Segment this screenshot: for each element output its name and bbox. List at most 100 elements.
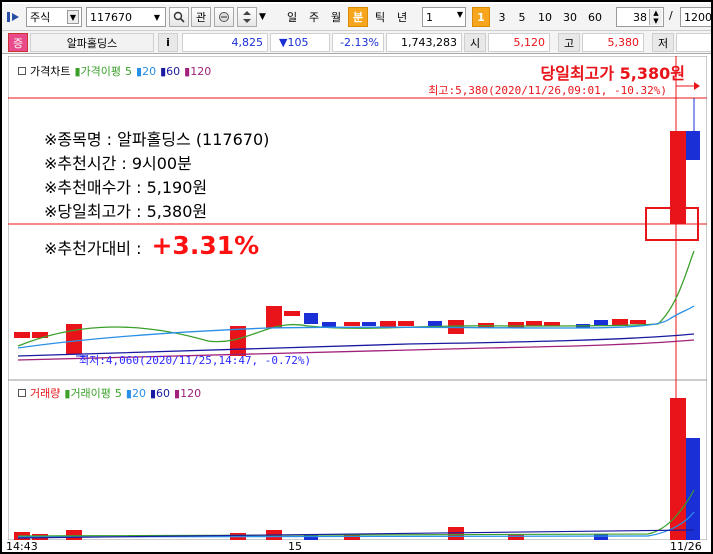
volume-ma-120: ▮120 — [174, 386, 202, 400]
total-count-field[interactable]: 1200 — [680, 7, 712, 27]
search-button[interactable] — [169, 7, 189, 27]
code-dropdown-icon[interactable]: ▼ — [151, 10, 163, 24]
legend-box-icon — [18, 67, 26, 75]
rec-ratio-value: +3.31% — [151, 231, 260, 260]
period-tick[interactable]: 틱 — [370, 7, 390, 27]
period-month-label: 월 — [330, 11, 342, 24]
interval-select[interactable]: 1 ▼ — [422, 7, 466, 27]
low-label: 저 — [652, 33, 674, 52]
high-price: 5,380 — [582, 33, 644, 52]
change-percent-value: -2.13% — [340, 36, 379, 49]
count-separator: / — [669, 9, 673, 22]
rec-ratio-label: ※추천가대비 : — [44, 239, 142, 258]
price-ma-title: ▮가격이평 — [74, 65, 122, 78]
period-minute[interactable]: 분 — [348, 7, 368, 27]
period-year[interactable]: 년 — [392, 7, 412, 27]
updown-button[interactable] — [237, 7, 257, 27]
volume-legend-title: 거래량 — [30, 387, 61, 400]
toolbar: 주식 ▼ 117670 ▼ 관 ▼ 일 주 월 분 틱 년 1 ▼ 1 3 5 … — [2, 4, 712, 30]
link-icon — [219, 12, 229, 22]
volume-ma-20-text: 20 — [131, 386, 146, 400]
code-input[interactable]: 117670 ▼ — [86, 7, 166, 27]
price-ma-20-text: 20 — [142, 64, 157, 78]
minute-60[interactable]: 60 — [584, 7, 606, 27]
margin-badge-label: 증 — [12, 36, 24, 50]
price-ma-60: ▮60 — [160, 64, 181, 78]
info-button[interactable]: i — [158, 33, 178, 52]
rec-ratio-line: ※추천가대비 : +3.31% — [44, 231, 259, 260]
link-button[interactable] — [214, 7, 234, 27]
candle-up — [398, 321, 414, 326]
volume-bar-up — [448, 527, 464, 540]
change-percent: -2.13% — [332, 33, 384, 52]
candle-down — [362, 322, 376, 326]
open-label: 시 — [464, 33, 486, 52]
interval-dropdown-icon[interactable]: ▼ — [457, 10, 463, 19]
margin-badge: 증 — [8, 33, 28, 52]
updown-arrows-icon — [243, 11, 251, 23]
rec-time-line: ※추천시간 : 9시00분 — [44, 154, 192, 173]
volume-ma-title: ▮거래이평 — [64, 387, 111, 400]
volume-value: 1,743,283 — [386, 33, 462, 52]
count-stepper[interactable]: 38 ▲ ▼ — [616, 7, 664, 27]
period-month[interactable]: 월 — [326, 7, 346, 27]
x-label-end: 11/26 — [670, 540, 702, 553]
minute-30[interactable]: 30 — [559, 7, 581, 27]
search-icon — [173, 11, 185, 23]
low-price — [676, 33, 711, 52]
x-label-mid: 15 — [288, 540, 302, 553]
favorite-button[interactable]: 관 — [191, 7, 211, 27]
period-week[interactable]: 주 — [304, 7, 324, 27]
candle-up — [284, 311, 300, 316]
candle-up — [670, 131, 686, 224]
price-ma-60-text: 60 — [166, 64, 181, 78]
price-legend-title: 가격차트 — [30, 65, 71, 78]
minute-1[interactable]: 1 — [472, 7, 490, 27]
minute-5[interactable]: 5 — [514, 7, 530, 27]
stepper-arrows-icon[interactable]: ▲ ▼ — [649, 9, 662, 25]
stock-name: 알파홀딩스 — [30, 33, 154, 52]
rec-buy-line: ※추천매수가 : 5,190원 — [44, 178, 208, 197]
period-week-label: 주 — [308, 11, 320, 24]
minute-10[interactable]: 10 — [534, 7, 556, 27]
price-ma-120-text: 120 — [190, 64, 212, 78]
volume-value-text: 1,743,283 — [401, 36, 457, 49]
code-input-value: 117670 — [90, 10, 132, 24]
favorite-button-label: 관 — [195, 11, 207, 24]
info-icon: i — [166, 36, 170, 49]
current-price: 4,825 — [182, 33, 268, 52]
max-price-title: 당일최고가 5,380원 — [540, 64, 686, 83]
volume-bar-up — [66, 530, 82, 540]
candle-up — [630, 320, 646, 324]
volume-ma-5: 5 — [114, 386, 122, 400]
panel-toggle-icon[interactable] — [6, 7, 22, 27]
current-price-value: 4,825 — [231, 36, 264, 49]
count-stepper-value: 38 — [633, 10, 647, 24]
volume-chart[interactable] — [8, 380, 707, 540]
volume-ma-20: ▮20 — [125, 386, 146, 400]
price-ma-120: ▮120 — [184, 64, 212, 78]
total-count-value: 1200 — [684, 10, 712, 24]
updown-dropdown-icon[interactable]: ▼ — [259, 12, 266, 22]
minute-3[interactable]: 3 — [494, 7, 510, 27]
period-day-label: 일 — [286, 11, 298, 24]
candle-up — [508, 322, 524, 328]
rec-high-line: ※당일최고가 : 5,380원 — [44, 202, 208, 221]
market-select-value: 주식 — [30, 11, 51, 24]
volume-ma-120-text: 120 — [180, 386, 202, 400]
high-label: 고 — [558, 33, 580, 52]
chevron-down-icon[interactable]: ▼ — [67, 10, 79, 24]
volume-bar-up — [670, 398, 686, 540]
price-change: ▼105 — [270, 33, 330, 52]
open-price: 5,120 — [488, 33, 550, 52]
volume-bar-up — [344, 535, 360, 540]
period-day[interactable]: 일 — [282, 7, 302, 27]
minute-10-label: 10 — [538, 10, 552, 24]
volume-ma-60: ▮60 — [149, 386, 171, 400]
high-label-text: 고 — [563, 36, 575, 50]
market-select[interactable]: 주식 ▼ — [26, 7, 82, 27]
quote-bar: 증 알파홀딩스 i 4,825 ▼105 -2.13% 1,743,283 시 … — [2, 30, 711, 54]
stock-name-label: 알파홀딩스 — [66, 36, 118, 50]
legend-box-icon — [18, 389, 26, 397]
interval-select-value: 1 — [426, 10, 433, 24]
